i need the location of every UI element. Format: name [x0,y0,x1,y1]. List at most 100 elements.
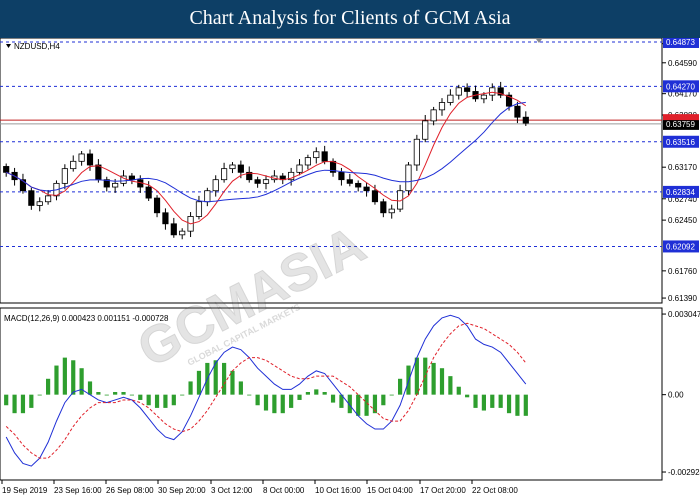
candle-body [363,186,370,192]
candle-body [128,175,135,181]
macd-histogram-bar [263,394,269,411]
candle-body [262,179,270,184]
macd-histogram-bar [255,394,260,406]
macd-histogram-bar [196,370,202,395]
level-price-label: 0.62092 [666,242,695,251]
candle-body [346,179,353,184]
page-title: Chart Analysis for Clients of GCM Asia [189,7,511,29]
x-tick-label: 17 Oct 20:00 [420,486,466,495]
macd-histogram-bar [238,381,243,395]
macd-histogram-bar [113,392,118,395]
title-bar: Chart Analysis for Clients of GCM Asia [0,0,700,38]
candle-body [447,94,454,103]
macd-histogram-bar [129,394,134,396]
level-price-label: 0.63516 [666,138,695,147]
candle-body [3,166,10,173]
macd-label: MACD(12,26,9) 0.000423 0.001151 -0.00072… [4,314,169,323]
candle-body [179,230,186,236]
x-tick-label: 15 Oct 04:00 [367,486,413,495]
level-price-label: 0.62834 [666,188,695,197]
macd-histogram-bar [439,368,445,395]
macd-histogram-bar [490,394,495,408]
macd-histogram-bar [398,378,403,395]
candle-body [61,168,68,184]
candle-body [388,208,395,214]
candle-body [170,223,177,236]
macd-tick-label: 0.00 [668,391,684,400]
candle-body [112,182,119,188]
macd-histogram-bar [96,392,101,395]
candle-body [489,87,496,96]
price-axis: 0.648500.645900.641700.638800.631700.627… [662,38,699,303]
y-tick-label: 0.63170 [668,163,697,172]
macd-histogram-bar [356,394,361,416]
macd-histogram-bar [87,381,93,395]
candle-body [321,151,328,162]
macd-histogram-bar [322,392,327,395]
candle-body [204,190,211,203]
macd-histogram-bar [473,394,478,408]
macd-histogram-bar [37,394,42,396]
macd-histogram-bar [297,394,302,400]
macd-histogram-bar [222,362,227,395]
candle-body [313,151,320,159]
candle-body [522,116,529,124]
y-tick-label: 0.61760 [668,267,697,276]
candle-body [430,109,437,122]
candle-body [422,120,429,140]
candle-body [45,195,52,203]
macd-histogram-bar [146,394,151,406]
candle-body [371,190,379,203]
macd-histogram-bar [448,376,453,395]
macd-histogram-bar [230,370,235,395]
macd-histogram-bar [4,394,9,406]
x-tick-label: 26 Sep 08:00 [106,486,154,495]
y-tick-label: 0.64590 [668,59,697,68]
candle-body [237,164,244,173]
candle-body [296,164,303,173]
macd-histogram-bar [465,394,470,398]
level-price-label: 0.64270 [666,82,695,91]
candle-body [254,179,261,184]
macd-histogram-bar [289,394,294,408]
macd-histogram-bar [314,389,319,395]
macd-histogram-bar [71,360,76,395]
resistance-price-tag [663,114,699,121]
candle-body [195,201,203,217]
candle-body [78,153,85,162]
macd-histogram-bar [46,378,51,395]
macd-histogram-bar [138,394,143,400]
macd-histogram-bar [180,394,185,396]
macd-histogram-bar [523,394,528,416]
macd-histogram-bar [54,365,59,395]
x-tick-label: 30 Sep 20:00 [158,486,206,495]
macd-histogram-bar [305,392,310,395]
macd-histogram-bar [163,394,168,408]
x-tick-label: 19 Sep 2019 [2,486,48,495]
candle-body [229,164,236,170]
candle-body [405,164,412,192]
macd-histogram-bar [515,394,520,416]
candle-body [413,138,420,166]
macd-tick-label: 0.003047 [668,310,700,319]
macd-tick-label: -0.002924 [668,468,700,477]
y-tick-label: 0.61390 [668,294,697,303]
macd-histogram-bar [456,386,461,395]
candle-body [514,105,521,118]
candle-body [162,212,169,225]
x-tick-label: 10 Oct 16:00 [315,486,361,495]
candle-body [464,87,471,92]
y-tick-label: 0.62450 [668,216,697,225]
candle-body [455,87,462,96]
macd-histogram-bar [29,394,34,408]
symbol-label: NZDUSD,H4 [14,42,60,51]
macd-histogram-bar [272,394,277,414]
macd-histogram-bar [364,394,369,416]
candle-body [28,190,35,206]
macd-histogram-bar [381,394,386,406]
candle-body [480,94,487,100]
x-tick-label: 3 Oct 12:00 [211,486,253,495]
macd-histogram-bar [188,381,193,395]
macd-histogram-bar [498,394,503,408]
candle-body [380,201,387,214]
